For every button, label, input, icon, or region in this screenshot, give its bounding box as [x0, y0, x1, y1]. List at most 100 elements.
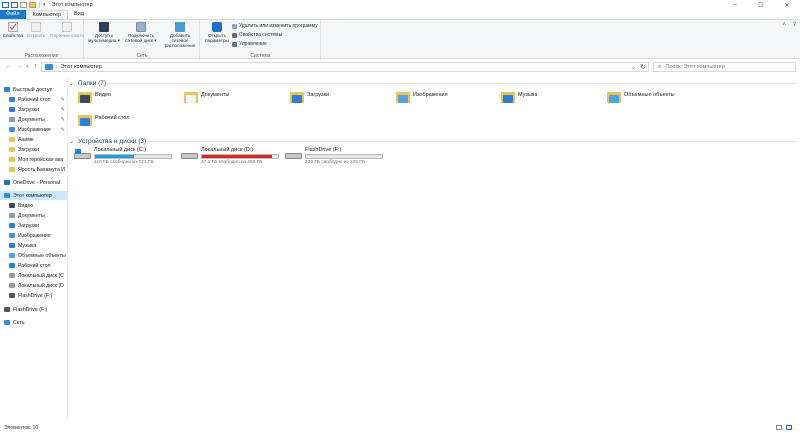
chevron-down-icon: ⌄: [69, 80, 75, 87]
drive-name: Локальный диск (C:): [94, 147, 147, 153]
nav-item-label: Загрузки: [18, 106, 39, 113]
minimize-button[interactable]: –: [722, 0, 748, 10]
nav-item-label: Аниме: [18, 136, 34, 143]
new-folder-quick-icon[interactable]: [20, 2, 27, 8]
close-button[interactable]: ✕: [774, 0, 800, 10]
nav-item[interactable]: Рабочий стол ✎: [0, 95, 68, 104]
drive-usage-bar: [94, 154, 172, 159]
folder-tile[interactable]: Видео: [78, 91, 111, 103]
folders-group-header[interactable]: ⌄ Папки (7): [69, 78, 106, 88]
ribbon-group-label-network: Сеть: [136, 53, 148, 59]
folder-tile[interactable]: Загрузки: [290, 91, 329, 103]
breadcrumb[interactable]: Этот компьютер: [61, 64, 102, 70]
drive-free-space: 37,1 ГБ свободно из 465 ГБ: [201, 160, 263, 165]
nav-item[interactable]: Документы: [0, 211, 68, 220]
explorer-app-icon: [2, 2, 9, 8]
help-icon[interactable]: ?: [793, 22, 796, 28]
quick-access-separator: [39, 2, 40, 8]
drive-tile[interactable]: FlashDrive (F:) 225 ГБ свободно из 225 ГБ: [285, 147, 383, 165]
drive-tile[interactable]: Локальный диск (D:) 37,1 ГБ свободно из 4…: [181, 147, 279, 165]
nav-item[interactable]: Локальный диск (D: [0, 281, 68, 290]
ribbon-collapse-icon[interactable]: ˄: [782, 22, 786, 28]
nav-item[interactable]: Ярость Бахамута И: [0, 165, 68, 174]
nav-item[interactable]: Рабочий стол: [0, 261, 68, 270]
properties-quick-icon[interactable]: [11, 2, 18, 8]
pictures-icon: [9, 233, 15, 238]
open-settings-button[interactable]: Открыть параметры: [203, 22, 231, 43]
uninstall-program-button[interactable]: Удалить или изменить программу: [232, 23, 318, 29]
manage-button[interactable]: Управление: [232, 41, 267, 47]
rename-icon: [62, 22, 72, 32]
drive-free-space: 110 ГБ свободно из 223 ГБ: [94, 160, 154, 165]
drive-icon: [9, 283, 15, 288]
nav-item[interactable]: Изображения ✎: [0, 125, 68, 134]
nav-item[interactable]: Загрузки: [0, 221, 68, 230]
folder-tile[interactable]: Музыка: [501, 91, 537, 103]
address-bar[interactable]: › Этот компьютер ⌄ ↻: [41, 62, 649, 72]
media-access-button[interactable]: Доступ к мультимедиа ▾: [87, 22, 121, 43]
breadcrumb-chevron-icon[interactable]: ›: [56, 64, 58, 70]
ribbon-group-label-location: Расположение: [24, 53, 59, 59]
ribbon-group-label-system: Система: [250, 53, 271, 59]
search-input[interactable]: [665, 64, 786, 70]
tab-computer[interactable]: Компьютер: [25, 10, 68, 19]
nav-item[interactable]: Объемные объекты: [0, 251, 68, 260]
drive-tile[interactable]: Локальный диск (C:) 110 ГБ свободно из 22…: [74, 147, 172, 165]
nav-item[interactable]: Быстрый доступ: [0, 85, 68, 94]
open-button[interactable]: Открыть: [24, 22, 48, 38]
nav-item-label: OneDrive - Personal: [13, 179, 60, 186]
status-bar: Элементов: 10: [0, 422, 800, 433]
nav-item[interactable]: Моя геройская ака: [0, 155, 68, 164]
nav-item[interactable]: Видео: [0, 201, 68, 210]
quick-access-dropdown-icon[interactable]: ▾: [43, 2, 46, 8]
nav-item[interactable]: Загрузки ✎: [0, 105, 68, 114]
nav-item[interactable]: FlashDrive (F:): [0, 291, 68, 300]
add-network-location-button[interactable]: Добавить сетевое расположение: [161, 22, 199, 48]
pictures-icon: [9, 127, 15, 132]
network-location-icon: [175, 22, 185, 32]
window-title: Этот компьютер: [51, 2, 93, 8]
rename-button[interactable]: Переименовать: [50, 22, 84, 38]
nav-item[interactable]: Локальный диск (C: [0, 271, 68, 280]
nav-item-label: Быстрый доступ: [13, 86, 53, 93]
content-area: ⌄ Папки (7) Видео Документы Загрузки Изобра…: [69, 76, 800, 422]
properties-button[interactable]: Свойства: [1, 22, 25, 38]
folder-tile[interactable]: Рабочий стол: [78, 114, 130, 126]
folder-tile[interactable]: Объемные объекты: [607, 91, 675, 103]
star-icon: [4, 87, 10, 92]
system-properties-button[interactable]: Свойства системы: [232, 32, 282, 38]
nav-item[interactable]: Музыка: [0, 241, 68, 250]
drive-name: Локальный диск (D:): [201, 147, 254, 153]
folder-tile[interactable]: Изображения: [396, 91, 448, 103]
video-folder-icon: [78, 91, 92, 103]
large-icons-view-icon[interactable]: [786, 425, 792, 430]
maximize-button[interactable]: ☐: [748, 0, 774, 10]
nav-item-label: Моя геройская ака: [18, 156, 64, 163]
nav-item[interactable]: Изображения: [0, 231, 68, 240]
documents-icon: [9, 213, 15, 218]
search-box[interactable]: ⌕: [653, 62, 796, 72]
tab-view[interactable]: Вид: [68, 10, 90, 19]
back-button[interactable]: ←: [5, 63, 12, 70]
details-view-icon[interactable]: [776, 425, 782, 430]
nav-item-label: Документы: [18, 212, 45, 219]
forward-button[interactable]: →: [16, 63, 23, 70]
folder-tile[interactable]: Документы: [184, 91, 229, 103]
nav-item[interactable]: FlashDrive (F:): [0, 305, 68, 314]
address-history-dropdown[interactable]: ⌄: [631, 64, 636, 71]
nav-item[interactable]: Документы ✎: [0, 115, 68, 124]
nav-item[interactable]: OneDrive - Personal: [0, 178, 68, 187]
tab-file[interactable]: Файл: [0, 10, 26, 19]
devices-group-header[interactable]: ⌄ Устройства и диски (3): [69, 136, 146, 146]
open-icon: [31, 22, 41, 32]
nav-item[interactable]: Аниме: [0, 135, 68, 144]
map-network-drive-button[interactable]: Подключить сетевой диск ▾: [123, 22, 159, 43]
nav-item[interactable]: Сеть: [0, 318, 68, 327]
up-button[interactable]: ↑: [34, 63, 38, 70]
recent-locations-dropdown[interactable]: ▾: [26, 64, 29, 70]
nav-item[interactable]: Этот компьютер: [0, 191, 68, 200]
nav-item-label: Этот компьютер: [13, 192, 52, 199]
refresh-button[interactable]: ↻: [640, 63, 646, 71]
folder-quick-icon[interactable]: [29, 2, 36, 8]
nav-item[interactable]: Загрузки: [0, 145, 68, 154]
